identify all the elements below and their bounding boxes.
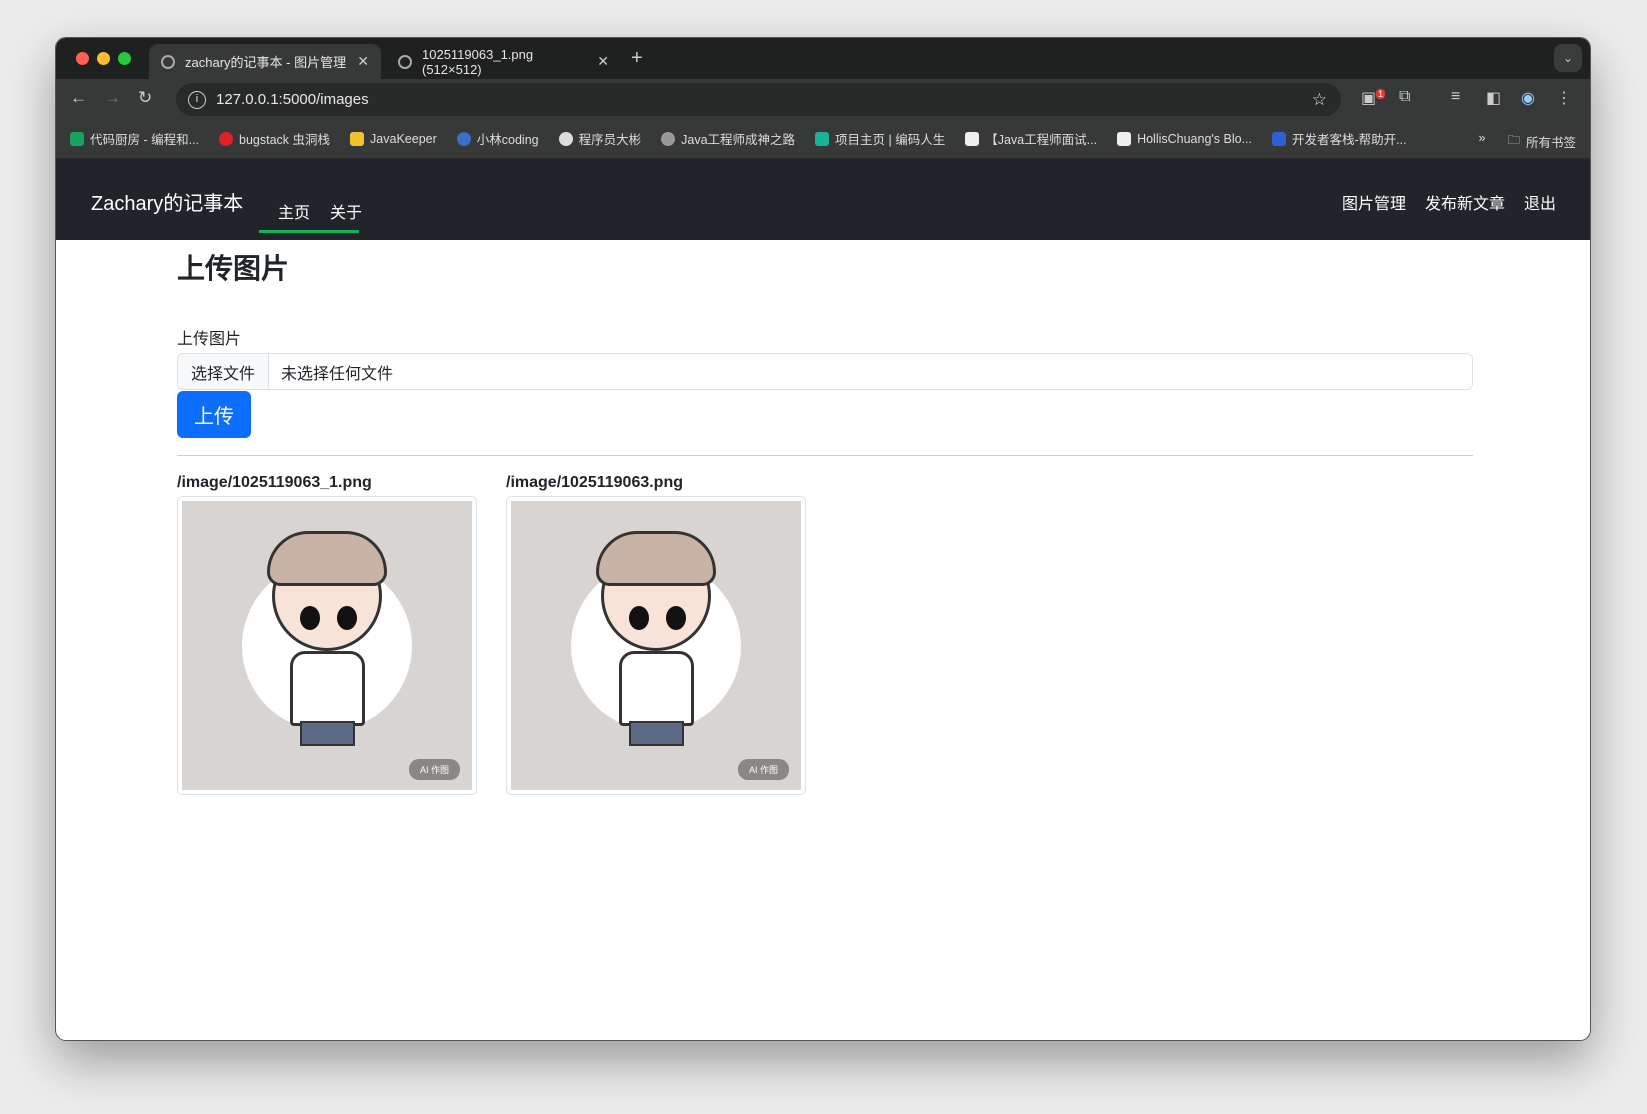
image-item: /image/1025119063.png AI 作图 — [506, 474, 806, 795]
bookmark-item[interactable]: 小林coding — [456, 129, 539, 148]
minimize-window-button[interactable] — [97, 52, 110, 65]
address-bar[interactable]: i 127.0.0.1:5000/images ☆ — [176, 83, 1341, 116]
tab-title: 1025119063_1.png (512×512) — [422, 46, 534, 77]
ai-badge: AI 作图 — [737, 759, 789, 780]
bookmark-item[interactable]: 程序员大彬 — [558, 129, 642, 148]
image-thumbnail[interactable]: AI 作图 — [506, 496, 806, 795]
bookmark-label: 小林coding — [476, 133, 539, 147]
tab-search-button[interactable]: ⌄ — [1554, 44, 1582, 72]
site-brand[interactable]: Zachary的记事本 — [91, 187, 243, 216]
bookmark-item[interactable]: bugstack 虫洞栈 — [219, 129, 330, 148]
globe-icon — [398, 54, 412, 69]
site-navbar: Zachary的记事本 主页 关于 图片管理 发布新文章 退出 — [56, 159, 1590, 240]
bookmarks-bar: 代码厨房 - 编程和... bugstack 虫洞栈 JavaKeeper 小林… — [56, 119, 1590, 159]
side-panel-icon[interactable]: ◧ — [1486, 88, 1501, 108]
tab-images[interactable]: zachary的记事本 - 图片管理 ✕ — [149, 44, 381, 79]
cartoon-boy-image: AI 作图 — [511, 501, 801, 790]
menu-dots-icon[interactable]: ⋮ — [1556, 88, 1572, 108]
extension-badge: 1 — [1376, 88, 1386, 99]
upload-field-label: 上传图片 — [177, 331, 242, 348]
bookmark-label: 程序员大彬 — [578, 133, 642, 147]
image-path: /image/1025119063_1.png — [177, 474, 372, 491]
bookmark-star-icon[interactable]: ☆ — [1312, 90, 1327, 110]
bookmark-favicon-icon — [1272, 131, 1287, 146]
bookmark-favicon-icon — [350, 131, 365, 146]
profile-avatar-icon[interactable]: ◉ — [1521, 88, 1535, 108]
image-thumbnail[interactable]: AI 作图 — [177, 496, 477, 795]
file-status: 未选择任何文件 — [281, 365, 394, 383]
page-title: 上传图片 — [177, 253, 290, 284]
more-bookmarks-icon[interactable]: » — [1479, 131, 1486, 152]
reload-icon[interactable]: ↻ — [138, 88, 152, 108]
bookmark-item[interactable]: 开发者客栈-帮助开... — [1272, 129, 1407, 148]
bookmark-item[interactable]: HollisChuang's Blo... — [1117, 131, 1253, 146]
forward-icon[interactable]: → — [104, 88, 121, 108]
bookmark-favicon-icon — [219, 131, 234, 146]
bookmark-favicon-icon — [1117, 131, 1132, 146]
bookmark-label: 开发者客栈-帮助开... — [1292, 133, 1407, 147]
close-tab-icon[interactable]: ✕ — [597, 53, 609, 70]
all-bookmarks-button[interactable]: 🗀 所有书签 — [1507, 131, 1576, 152]
window-controls — [76, 52, 131, 65]
toolbar: ← → ↻ i 127.0.0.1:5000/images ☆ ▣ 1 ⧉ ≡ ◧… — [56, 79, 1590, 119]
bookmark-label: 代码厨房 - 编程和... — [90, 133, 200, 147]
choose-file-button[interactable]: 选择文件 — [178, 354, 270, 389]
upload-button[interactable]: 上传 — [177, 391, 251, 438]
nav-new-post[interactable]: 发布新文章 — [1425, 190, 1505, 214]
url-text: 127.0.0.1:5000/images — [216, 91, 369, 108]
nav-image-manage[interactable]: 图片管理 — [1342, 190, 1406, 214]
globe-icon — [661, 131, 676, 146]
bookmark-item[interactable]: JavaKeeper — [350, 131, 437, 146]
file-input[interactable]: 选择文件 未选择任何文件 — [177, 353, 1473, 390]
tab-bar: zachary的记事本 - 图片管理 ✕ 1025119063_1.png (5… — [56, 38, 1590, 79]
bookmark-favicon-icon — [558, 131, 573, 146]
tab-title: zachary的记事本 - 图片管理 — [185, 55, 347, 70]
divider — [177, 455, 1473, 456]
bookmark-favicon-icon — [815, 131, 830, 146]
bookmark-item[interactable]: 代码厨房 - 编程和... — [70, 129, 199, 148]
bookmark-item[interactable]: 【Java工程师面试... — [965, 129, 1097, 148]
close-window-button[interactable] — [76, 52, 89, 65]
ai-badge: AI 作图 — [408, 759, 460, 780]
extensions-puzzle-icon[interactable]: ⧉ — [1399, 88, 1410, 106]
folder-icon: 🗀 — [1507, 133, 1520, 147]
close-tab-icon[interactable]: ✕ — [357, 53, 369, 70]
media-control-icon[interactable]: ≡ — [1451, 88, 1460, 106]
bookmark-favicon-icon — [965, 131, 980, 146]
bookmark-label: Java工程师成神之路 — [681, 133, 796, 147]
image-gallery: /image/1025119063_1.png AI 作图 /image/102… — [177, 474, 1473, 795]
image-item: /image/1025119063_1.png AI 作图 — [177, 474, 477, 795]
bookmark-label: JavaKeeper — [370, 131, 437, 146]
bookmark-label: 【Java工程师面试... — [985, 133, 1098, 147]
bookmark-favicon-icon — [456, 131, 471, 146]
all-bookmarks-label: 所有书签 — [1525, 136, 1576, 150]
nav-home[interactable]: 主页 — [278, 199, 310, 223]
back-icon[interactable]: ← — [70, 88, 87, 108]
nav-about[interactable]: 关于 — [330, 199, 362, 223]
bookmark-favicon-icon — [70, 131, 84, 146]
cartoon-boy-image: AI 作图 — [182, 501, 472, 790]
bookmark-label: bugstack 虫洞栈 — [239, 133, 331, 147]
bookmark-label: 项目主页 | 编码人生 — [835, 133, 946, 147]
new-tab-button[interactable]: + — [631, 47, 643, 70]
zoom-window-button[interactable] — [118, 52, 131, 65]
bookmark-item[interactable]: Java工程师成神之路 — [661, 129, 795, 148]
globe-icon — [161, 54, 175, 69]
bookmark-item[interactable]: 项目主页 | 编码人生 — [815, 129, 945, 148]
bookmark-label: HollisChuang's Blo... — [1137, 131, 1253, 146]
active-nav-underline — [259, 230, 359, 233]
browser-window: zachary的记事本 - 图片管理 ✕ 1025119063_1.png (5… — [55, 37, 1591, 1041]
image-path: /image/1025119063.png — [506, 474, 683, 491]
nav-logout[interactable]: 退出 — [1524, 190, 1556, 214]
tab-png[interactable]: 1025119063_1.png (512×512) ✕ — [386, 44, 621, 79]
extension-icon[interactable]: ▣ 1 — [1361, 88, 1386, 108]
main-content: 上传图片 上传图片 选择文件 未选择任何文件 上传 /image/1025119… — [177, 243, 1473, 795]
site-info-icon[interactable]: i — [188, 90, 206, 109]
